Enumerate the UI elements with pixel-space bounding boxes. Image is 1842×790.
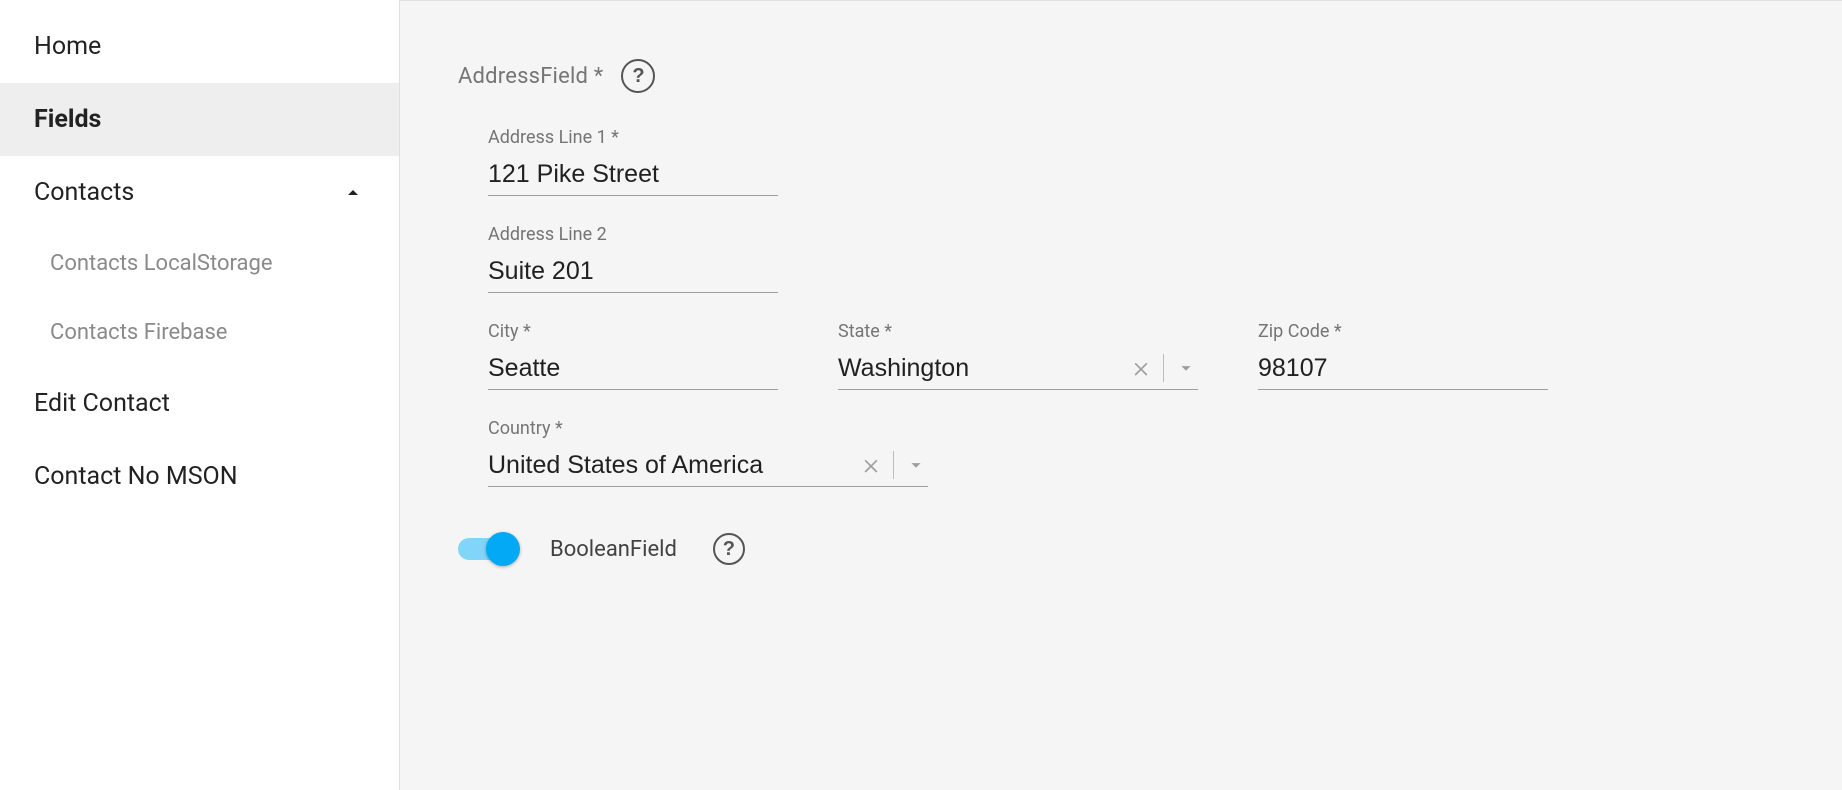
address-line2-field: Address Line 2: [488, 224, 778, 293]
chevron-up-icon: [341, 181, 365, 205]
address-line2-input[interactable]: [488, 253, 778, 293]
clear-icon[interactable]: [1129, 356, 1153, 380]
main-content: AddressField * ? Address Line 1 * Addres…: [400, 0, 1842, 790]
country-label: Country *: [488, 418, 928, 439]
address-section-label: AddressField *: [458, 64, 603, 89]
help-icon[interactable]: ?: [713, 533, 745, 565]
switch-thumb: [486, 532, 520, 566]
sidebar-item-fields[interactable]: Fields: [0, 83, 399, 156]
divider: [893, 451, 894, 479]
divider: [1163, 354, 1164, 382]
sidebar-item-label: Contacts LocalStorage: [50, 251, 273, 276]
sidebar-item-label: Fields: [34, 105, 101, 134]
address-line2-label: Address Line 2: [488, 224, 778, 245]
city-field: City *: [488, 321, 778, 390]
address-line1-label: Address Line 1 *: [488, 127, 778, 148]
country-field: Country *: [488, 418, 928, 487]
city-label: City *: [488, 321, 778, 342]
sidebar-item-label: Contacts: [34, 178, 134, 207]
sidebar-item-label: Contacts Firebase: [50, 320, 227, 345]
sidebar-item-home[interactable]: Home: [0, 10, 399, 83]
sidebar: Home Fields Contacts Contacts LocalStora…: [0, 0, 400, 790]
sidebar-item-label: Edit Contact: [34, 389, 170, 418]
chevron-down-icon[interactable]: [1174, 356, 1198, 380]
address-line1-field: Address Line 1 *: [488, 127, 778, 196]
state-label: State *: [838, 321, 1198, 342]
sidebar-item-contacts[interactable]: Contacts: [0, 156, 399, 229]
boolean-field-label: BooleanField: [550, 537, 677, 562]
help-icon[interactable]: ?: [621, 59, 655, 93]
sidebar-item-contact-no-mson[interactable]: Contact No MSON: [0, 440, 399, 513]
sidebar-item-label: Contact No MSON: [34, 462, 238, 491]
zip-field: Zip Code *: [1258, 321, 1548, 390]
zip-input[interactable]: [1258, 350, 1548, 390]
sidebar-item-label: Home: [34, 32, 101, 61]
boolean-toggle[interactable]: [458, 538, 514, 560]
city-input[interactable]: [488, 350, 778, 390]
sidebar-item-contacts-localstorage[interactable]: Contacts LocalStorage: [0, 229, 399, 298]
address-line1-input[interactable]: [488, 156, 778, 196]
state-field: State *: [838, 321, 1198, 390]
sidebar-item-contacts-firebase[interactable]: Contacts Firebase: [0, 298, 399, 367]
chevron-down-icon[interactable]: [904, 453, 928, 477]
zip-label: Zip Code *: [1258, 321, 1548, 342]
clear-icon[interactable]: [859, 453, 883, 477]
sidebar-item-edit-contact[interactable]: Edit Contact: [0, 367, 399, 440]
